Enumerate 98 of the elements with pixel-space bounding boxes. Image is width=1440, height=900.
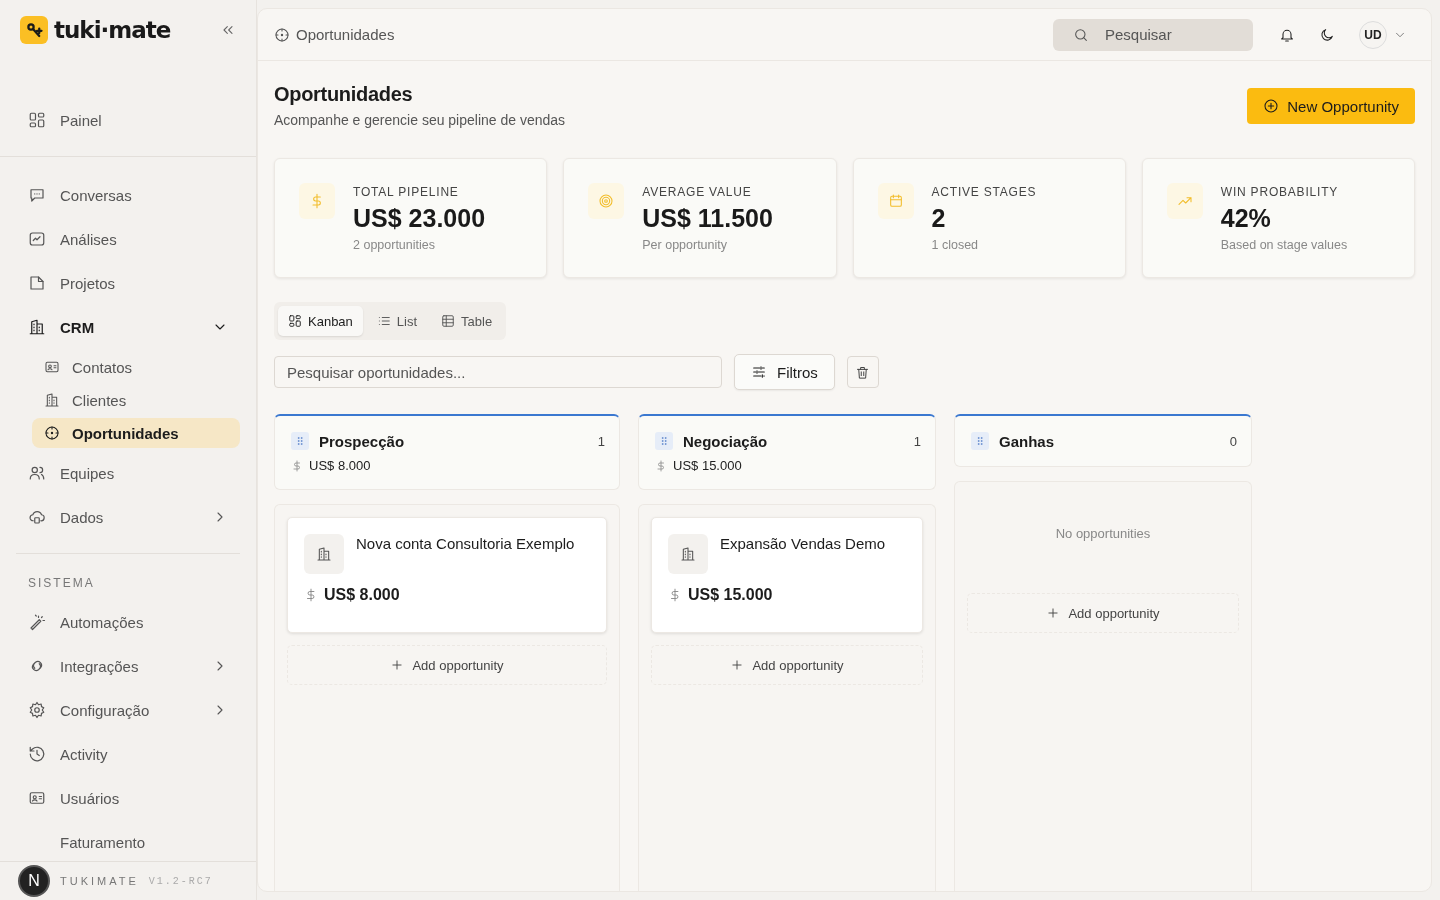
nav-item[interactable]: CRM (16, 311, 240, 343)
stat-label: AVERAGE VALUE (642, 185, 753, 199)
nav-item[interactable]: Automações (16, 606, 240, 638)
add-opportunity-button[interactable]: Add opportunity (967, 593, 1239, 633)
grid-icon (28, 111, 46, 129)
column-title: Ganhas (999, 432, 1056, 450)
card-title: Expansão Vendas Demo (720, 535, 886, 554)
stat-note: Based on stage values (1220, 238, 1348, 252)
plus-circle-icon (1263, 98, 1280, 114)
stat-value: US$ 23.000 (353, 204, 486, 233)
stat-value: US$ 11.500 (642, 204, 773, 233)
column-count: 1 (597, 433, 605, 449)
plus-icon (390, 658, 405, 672)
moon-icon (1319, 26, 1335, 43)
building-icon (316, 546, 332, 562)
search-field[interactable]: Pesquisar oportunidades... (274, 356, 722, 388)
version-text: V1.2-RC7 (148, 875, 213, 887)
nav-item[interactable]: Equipes (16, 457, 240, 489)
dollar-icon (291, 459, 303, 472)
stat-label: TOTAL PIPELINE (353, 185, 460, 199)
card-amount: US$ 8.000 (324, 586, 400, 604)
view-tab[interactable]: Table (431, 306, 503, 336)
dollar-icon (304, 588, 318, 602)
column-count: 0 (1229, 433, 1237, 449)
nav-item[interactable]: Integrações (16, 650, 240, 682)
nav-item[interactable]: Dados (16, 501, 240, 533)
settings-icon (28, 701, 46, 719)
history-icon (28, 745, 46, 763)
section-title: SISTEMA (27, 575, 96, 592)
filters-button[interactable]: Filtros (734, 354, 835, 390)
stat-value: 2 (931, 204, 947, 233)
column-total: US$ 8.000 (309, 458, 371, 473)
opportunity-card[interactable]: Nova conta Consultoria Exemplo US$ 8.000 (287, 517, 607, 633)
building-icon (680, 546, 696, 562)
nav-item[interactable]: Configuração (16, 694, 240, 726)
dollar-icon (668, 588, 682, 602)
trash-icon (855, 364, 871, 380)
plus-icon (1046, 606, 1061, 620)
stat-note: 1 closed (931, 238, 980, 252)
column-count: 1 (913, 433, 921, 449)
opportunity-card[interactable]: Expansão Vendas Demo US$ 15.000 (651, 517, 923, 633)
page-title: Oportunidades (274, 83, 414, 106)
building-icon (44, 392, 60, 408)
view-tab[interactable]: Kanban (278, 306, 363, 336)
contact-card-icon (44, 359, 60, 375)
crosshair-icon (274, 26, 290, 43)
column-title: Prospecção (319, 432, 406, 450)
id-card-icon (28, 789, 46, 807)
dollar-icon (655, 459, 667, 472)
avatar-button[interactable]: N (18, 865, 50, 897)
nav-item[interactable]: Oportunidades (32, 418, 240, 448)
cloud-icon (28, 508, 46, 526)
stat-label: ACTIVE STAGES (931, 185, 1037, 199)
card-title: Nova conta Consultoria Exemplo (356, 535, 575, 554)
add-opportunity-button[interactable]: Add opportunity (287, 645, 607, 685)
nav-item[interactable]: Projetos (16, 267, 240, 299)
nav-item[interactable]: Painel (16, 104, 240, 136)
logo-icon (20, 16, 48, 44)
column-title: Negociação (683, 432, 769, 450)
crosshair-icon (44, 425, 60, 441)
card-amount: US$ 15.000 (688, 586, 773, 604)
folder-icon (28, 274, 46, 292)
calendar-icon (887, 193, 904, 209)
stat-note: 2 opportunities (353, 238, 436, 252)
breadcrumb[interactable]: Oportunidades (296, 26, 395, 43)
search-icon (1073, 26, 1089, 43)
add-opportunity-button[interactable]: Add opportunity (651, 645, 923, 685)
delete-button[interactable] (846, 356, 879, 388)
empty-message: No opportunities (1054, 525, 1152, 543)
new-opportunity-button[interactable]: New Opportunity (1247, 88, 1415, 124)
page-subtitle: Acompanhe e gerencie seu pipeline de vendas (274, 112, 566, 128)
wand-icon (28, 613, 46, 631)
target-icon (598, 193, 615, 209)
nav-item[interactable]: Activity (16, 738, 240, 770)
logo-text: tuki·mate (54, 17, 172, 43)
nav-item[interactable]: Análises (16, 223, 240, 255)
user-menu[interactable]: UD (1351, 20, 1415, 49)
nav-item[interactable]: Conversas (16, 179, 240, 211)
brand-text: TUKIMATE (60, 875, 139, 887)
nav-item[interactable]: Faturamento (16, 826, 240, 858)
list-icon (376, 314, 391, 328)
chart-icon (28, 230, 46, 248)
nav-item[interactable]: Clientes (32, 385, 240, 415)
view-tab[interactable]: List (366, 306, 428, 336)
stat-label: WIN PROBABILITY (1220, 185, 1340, 199)
building-icon (28, 318, 46, 336)
search-field[interactable]: Pesquisar (1053, 18, 1253, 51)
column-total: US$ 15.000 (673, 458, 742, 473)
stat-value: 42% (1220, 204, 1272, 233)
stat-note: Per opportunity (642, 238, 729, 252)
nav-item[interactable]: Contatos (32, 352, 240, 382)
nav-item[interactable]: Usuários (16, 782, 240, 814)
table-icon (441, 314, 456, 328)
users-icon (28, 464, 46, 482)
plus-icon (730, 658, 745, 672)
sliders-icon (751, 364, 767, 380)
grid-icon (288, 314, 302, 328)
chat-bubble-icon (28, 186, 46, 204)
